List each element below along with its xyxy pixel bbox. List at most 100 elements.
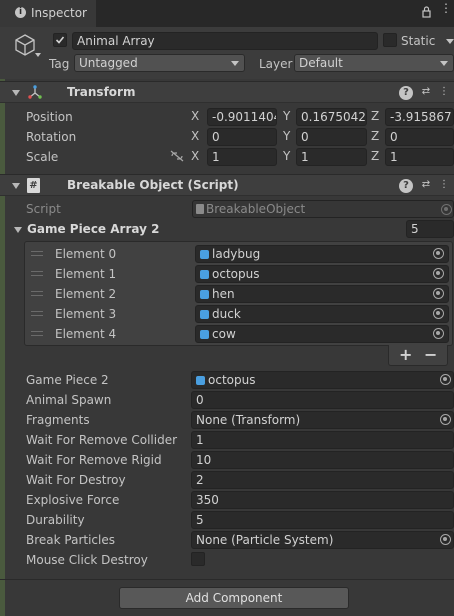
property-number-input[interactable]: 5 bbox=[191, 511, 454, 529]
help-icon[interactable]: ? bbox=[399, 179, 413, 193]
object-picker-icon[interactable] bbox=[433, 328, 444, 339]
property-label: Animal Spawn bbox=[26, 393, 112, 407]
icon-dropdown-caret[interactable] bbox=[35, 53, 41, 57]
foldout-arrow-icon[interactable] bbox=[12, 183, 20, 189]
transform-row-label: Scale bbox=[26, 150, 59, 164]
property-label: Wait For Destroy bbox=[26, 473, 126, 487]
remove-element-button[interactable]: − bbox=[424, 345, 437, 364]
axis-y-label[interactable]: Y bbox=[283, 129, 290, 143]
property-value: None (Particle System) bbox=[196, 533, 334, 547]
transform-y-input[interactable]: 1 bbox=[296, 148, 367, 166]
tab-inspector[interactable]: i Inspector bbox=[0, 0, 96, 27]
property-object-field[interactable]: octopus bbox=[191, 371, 454, 389]
drag-handle-icon[interactable] bbox=[31, 271, 43, 276]
object-picker-icon bbox=[441, 204, 452, 215]
foldout-arrow-icon[interactable] bbox=[12, 90, 20, 96]
transform-x-input[interactable]: 1 bbox=[207, 148, 277, 166]
axis-x-label[interactable]: X bbox=[191, 129, 199, 143]
gameobject-cube-icon[interactable] bbox=[13, 33, 37, 60]
property-object-field[interactable]: None (Particle System) bbox=[191, 531, 454, 549]
tag-value: Untagged bbox=[79, 56, 138, 70]
static-label: Static bbox=[401, 34, 436, 48]
info-icon: i bbox=[15, 7, 26, 18]
script-value: BreakableObject bbox=[206, 202, 306, 216]
transform-y-input[interactable]: 0.1675042 bbox=[296, 108, 367, 126]
static-caret[interactable] bbox=[446, 39, 454, 44]
property-label: Wait For Remove Rigid bbox=[26, 453, 162, 467]
add-component-label: Add Component bbox=[185, 591, 283, 605]
property-value: None (Transform) bbox=[196, 413, 301, 427]
axis-z-label[interactable]: Z bbox=[371, 129, 379, 143]
array-element-field[interactable]: ladybug bbox=[195, 245, 449, 263]
component-menu-icon[interactable]: ⋮ bbox=[437, 85, 451, 99]
transform-y-input[interactable]: 0 bbox=[296, 128, 367, 146]
drag-handle-icon[interactable] bbox=[31, 331, 43, 336]
array-footer: + − bbox=[388, 345, 448, 366]
transform-title: Transform bbox=[67, 85, 136, 99]
tag-dropdown[interactable]: Untagged bbox=[74, 54, 245, 72]
component-menu-icon[interactable]: ⋮ bbox=[437, 178, 451, 192]
object-picker-icon[interactable] bbox=[433, 268, 444, 279]
divider bbox=[0, 579, 454, 580]
active-checkbox[interactable] bbox=[53, 33, 67, 47]
array-element-field[interactable]: cow bbox=[195, 325, 449, 343]
transform-x-input[interactable]: -0.9011404 bbox=[207, 108, 277, 126]
help-icon[interactable]: ? bbox=[399, 86, 413, 100]
kebab-menu-icon[interactable]: ⋮ bbox=[440, 2, 452, 14]
array-size-input[interactable]: 5 bbox=[406, 220, 454, 238]
add-element-button[interactable]: + bbox=[399, 345, 412, 364]
property-number-input[interactable]: 0 bbox=[191, 391, 454, 409]
object-picker-icon[interactable] bbox=[433, 248, 444, 259]
script-component-title: Breakable Object (Script) bbox=[67, 178, 239, 192]
property-number-input[interactable]: 10 bbox=[191, 451, 454, 469]
transform-z-input[interactable]: 1 bbox=[385, 148, 454, 166]
object-picker-icon[interactable] bbox=[433, 308, 444, 319]
object-picker-icon[interactable] bbox=[440, 534, 451, 545]
drag-handle-icon[interactable] bbox=[31, 311, 43, 316]
presets-icon[interactable]: ⇄ bbox=[419, 85, 433, 99]
static-checkbox[interactable] bbox=[383, 33, 397, 47]
script-component-header[interactable]: # Breakable Object (Script) ? ⇄ ⋮ bbox=[0, 174, 454, 196]
array-foldout-arrow-icon[interactable] bbox=[14, 227, 22, 233]
axis-y-label[interactable]: Y bbox=[283, 109, 290, 123]
array-element-field[interactable]: hen bbox=[195, 285, 449, 303]
add-component-button[interactable]: Add Component bbox=[119, 587, 349, 609]
property-number-input[interactable]: 350 bbox=[191, 491, 454, 509]
property-number-input[interactable]: 1 bbox=[191, 431, 454, 449]
object-picker-icon[interactable] bbox=[440, 374, 451, 385]
axis-x-label[interactable]: X bbox=[191, 109, 199, 123]
axis-z-label[interactable]: Z bbox=[371, 149, 379, 163]
object-picker-icon[interactable] bbox=[440, 414, 451, 425]
array-label[interactable]: Game Piece Array 2 bbox=[27, 221, 159, 237]
transform-x-input[interactable]: 0 bbox=[207, 128, 277, 146]
axis-z-label[interactable]: Z bbox=[371, 109, 379, 123]
lock-icon[interactable] bbox=[422, 6, 431, 18]
axis-x-label[interactable]: X bbox=[191, 149, 199, 163]
drag-handle-icon[interactable] bbox=[31, 291, 43, 296]
property-checkbox[interactable] bbox=[191, 552, 205, 566]
constrain-proportions-icon[interactable] bbox=[170, 150, 184, 165]
transform-z-input[interactable]: -3.915867 bbox=[385, 108, 454, 126]
property-label: Wait For Remove Collider bbox=[26, 433, 178, 447]
prefab-cube-icon bbox=[200, 250, 209, 259]
drag-handle-icon[interactable] bbox=[31, 251, 43, 256]
array-element-label: Element 2 bbox=[55, 287, 117, 301]
array-element-value: duck bbox=[212, 307, 241, 321]
layer-dropdown[interactable]: Default bbox=[294, 54, 454, 72]
property-object-field[interactable]: None (Transform) bbox=[191, 411, 454, 429]
object-picker-icon[interactable] bbox=[433, 288, 444, 299]
presets-icon[interactable]: ⇄ bbox=[419, 178, 433, 192]
object-name-input[interactable]: Animal Array bbox=[72, 32, 378, 50]
axis-y-label[interactable]: Y bbox=[283, 149, 290, 163]
transform-z-input[interactable]: 0 bbox=[385, 128, 454, 146]
tab-title: Inspector bbox=[31, 6, 87, 20]
array-element-label: Element 1 bbox=[55, 267, 117, 281]
prefab-cube-icon bbox=[200, 270, 209, 279]
prefab-cube-icon bbox=[196, 376, 205, 385]
property-number-input[interactable]: 2 bbox=[191, 471, 454, 489]
array-element-value: octopus bbox=[212, 267, 260, 281]
transform-header[interactable]: Transform ? ⇄ ⋮ bbox=[0, 81, 454, 103]
array-element-field[interactable]: duck bbox=[195, 305, 449, 323]
scene-strip bbox=[0, 27, 5, 616]
array-element-field[interactable]: octopus bbox=[195, 265, 449, 283]
